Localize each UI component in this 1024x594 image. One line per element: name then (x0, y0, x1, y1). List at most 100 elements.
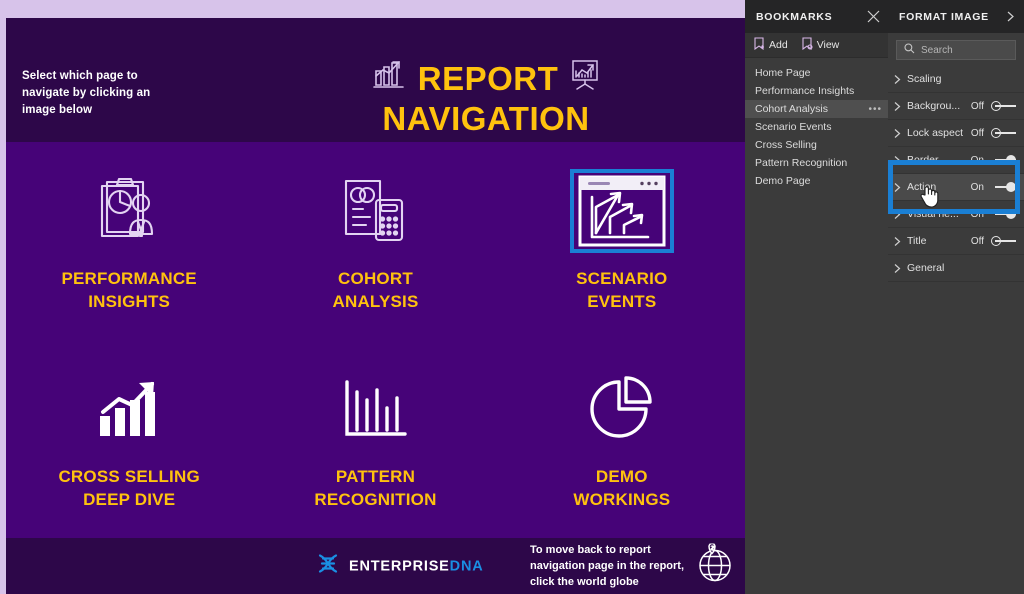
add-bookmark-icon (753, 37, 765, 53)
report-canvas: Select which page to navigate by clickin… (6, 18, 745, 594)
chevron-right-icon (893, 128, 902, 139)
bookmark-more-options-icon[interactable]: ••• (868, 104, 882, 115)
navigation-tile-grid: PERFORMANCE INSIGHTS (6, 142, 745, 538)
view-bookmark-icon (801, 37, 813, 53)
add-bookmark-button[interactable]: Add (753, 37, 788, 53)
border-toggle[interactable] (991, 155, 1016, 165)
format-row-scaling[interactable]: Scaling (888, 66, 1024, 93)
tile-label-line2: ANALYSIS (332, 290, 418, 313)
presentation-easel-icon (570, 58, 600, 99)
bar-chart-trend-icon (77, 367, 181, 451)
browser-arrows-icon (570, 169, 674, 253)
hand-pointer-cursor (919, 184, 939, 213)
search-box[interactable] (896, 40, 1016, 60)
bookmark-label: Cohort Analysis (755, 103, 828, 115)
search-input[interactable] (921, 45, 1008, 56)
tile-label-line1: SCENARIO (576, 267, 667, 290)
format-row-label: General (907, 262, 1016, 274)
format-row-background[interactable]: Backgrou... Off (888, 93, 1024, 120)
tile-label-line2: RECOGNITION (314, 488, 436, 511)
report-title-block: REPORT NAVIGATIO (246, 58, 726, 139)
chevron-right-icon (893, 236, 902, 247)
bar-chart-arrow-icon (372, 58, 406, 99)
bookmarks-pane: BOOKMARKS Add View (745, 0, 888, 594)
brand-name-secondary: DNA (450, 558, 484, 574)
chevron-right-icon (893, 209, 902, 220)
bookmark-item-pattern-recognition[interactable]: Pattern Recognition (745, 154, 888, 172)
format-row-state: On (971, 155, 984, 166)
format-row-state: Off (971, 236, 984, 247)
format-row-lock-aspect[interactable]: Lock aspect Off (888, 120, 1024, 147)
format-row-visual-header[interactable]: Visual he... On (888, 201, 1024, 228)
bookmark-item-scenario-events[interactable]: Scenario Events (745, 118, 888, 136)
format-row-label: Scaling (907, 73, 1016, 85)
report-title-line1: REPORT (418, 59, 559, 99)
format-row-action[interactable]: Action On (888, 174, 1024, 201)
chevron-right-icon (893, 263, 902, 274)
close-icon[interactable] (867, 10, 880, 23)
bookmark-item-demo-page[interactable]: Demo Page (745, 172, 888, 190)
tile-cross-selling-deep-dive[interactable]: CROSS SELLING DEEP DIVE (6, 340, 252, 538)
format-row-state: On (971, 182, 984, 193)
tile-performance-insights[interactable]: PERFORMANCE INSIGHTS (6, 142, 252, 340)
format-row-label: Title (907, 235, 971, 247)
format-row-general[interactable]: General (888, 255, 1024, 282)
brand-name-primary: ENTERPRISE (349, 558, 450, 574)
view-bookmark-label: View (817, 39, 840, 51)
clipboard-pie-person-icon (77, 169, 181, 253)
lock-aspect-toggle[interactable] (991, 128, 1016, 138)
format-row-label: Backgrou... (907, 100, 971, 112)
dna-helix-icon (316, 553, 340, 580)
format-row-state: On (971, 209, 984, 220)
background-toggle[interactable] (991, 101, 1016, 111)
world-globe-dollar-icon[interactable] (694, 544, 734, 589)
chevron-right-icon (893, 101, 902, 112)
report-header: Select which page to navigate by clickin… (6, 18, 745, 142)
header-instruction-text: Select which page to navigate by clickin… (22, 68, 172, 119)
bookmark-item-cross-selling[interactable]: Cross Selling (745, 136, 888, 154)
chevron-right-icon[interactable] (1005, 10, 1016, 23)
tile-demo-workings[interactable]: DEMO WORKINGS (499, 340, 745, 538)
brand-logo: ENTERPRISEDNA (316, 553, 484, 580)
add-bookmark-label: Add (769, 39, 788, 51)
report-footer: ENTERPRISEDNA To move back to report nav… (6, 538, 745, 594)
document-calculator-icon (323, 169, 427, 253)
bookmarks-pane-header: BOOKMARKS (745, 0, 888, 33)
bookmark-label: Pattern Recognition (755, 157, 847, 169)
bookmark-item-performance-insights[interactable]: Performance Insights (745, 82, 888, 100)
tile-pattern-recognition[interactable]: PATTERN RECOGNITION (252, 340, 498, 538)
format-pane-title: FORMAT IMAGE (899, 11, 989, 23)
tile-label-line2: WORKINGS (573, 488, 670, 511)
tile-label-line2: INSIGHTS (61, 290, 196, 313)
bookmark-label: Scenario Events (755, 121, 831, 133)
tile-scenario-events[interactable]: SCENARIO EVENTS (499, 142, 745, 340)
format-row-label: Border (907, 154, 971, 166)
tile-label-line1: PERFORMANCE (61, 267, 196, 290)
tile-label-line1: DEMO (573, 465, 670, 488)
tile-label-line1: CROSS SELLING (58, 465, 199, 488)
bookmarks-toolbar: Add View (745, 33, 888, 58)
tile-cohort-analysis[interactable]: COHORT ANALYSIS (252, 142, 498, 340)
format-pane-header: FORMAT IMAGE (888, 0, 1024, 33)
title-toggle[interactable] (991, 236, 1016, 246)
format-row-label: Lock aspect (907, 127, 971, 139)
bookmark-item-cohort-analysis[interactable]: Cohort Analysis ••• (745, 100, 888, 118)
column-chart-axis-icon (323, 367, 427, 451)
tile-label-line2: DEEP DIVE (58, 488, 199, 511)
visual-header-toggle[interactable] (991, 209, 1016, 219)
action-toggle[interactable] (991, 182, 1016, 192)
view-bookmark-button[interactable]: View (801, 37, 840, 53)
report-title-line2: NAVIGATION (246, 99, 726, 139)
format-row-state: Off (971, 128, 984, 139)
chevron-right-icon (893, 182, 902, 193)
pie-chart-exploded-icon (570, 367, 674, 451)
search-icon (904, 41, 915, 59)
bookmark-item-home-page[interactable]: Home Page (745, 64, 888, 82)
format-row-title[interactable]: Title Off (888, 228, 1024, 255)
format-search-wrap (888, 33, 1024, 66)
footer-instruction-text: To move back to report navigation page i… (530, 542, 690, 590)
format-image-pane: FORMAT IMAGE Scaling Backgr (888, 0, 1024, 594)
format-row-border[interactable]: Border On (888, 147, 1024, 174)
tile-label-line1: COHORT (332, 267, 418, 290)
tile-label-line1: PATTERN (314, 465, 436, 488)
